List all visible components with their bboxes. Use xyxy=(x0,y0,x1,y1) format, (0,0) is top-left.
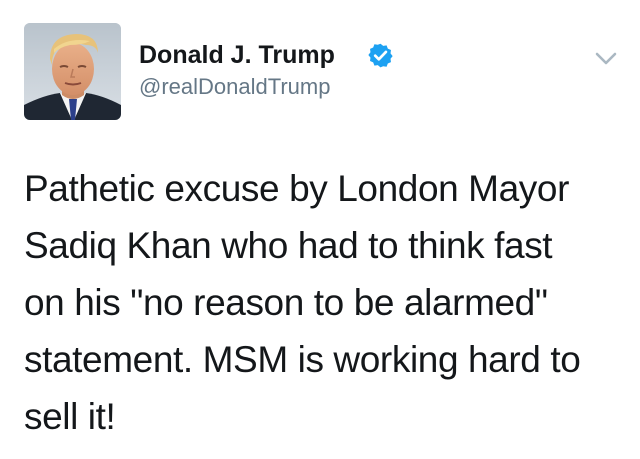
tweet-text-line: Sadiq Khan who had to think fast xyxy=(24,225,553,266)
verified-badge-icon xyxy=(367,42,394,69)
avatar[interactable] xyxy=(24,23,121,120)
username-handle[interactable]: @realDonaldTrump xyxy=(139,74,330,100)
tweet-text-line: Pathetic excuse by London Mayor xyxy=(24,168,569,209)
tweet-card: Donald J. Trump @realDonaldTrump Patheti… xyxy=(0,0,640,459)
tweet-text-line: sell it! xyxy=(24,396,116,437)
display-name[interactable]: Donald J. Trump xyxy=(139,40,335,70)
tweet-text-line: statement. MSM is working hard to xyxy=(24,339,581,380)
tweet-text-line: on his "no reason to be alarmed" xyxy=(24,282,548,323)
chevron-down-icon[interactable] xyxy=(594,50,618,68)
tweet-text: Pathetic excuse by London Mayor Sadiq Kh… xyxy=(24,160,624,445)
avatar-image xyxy=(24,23,121,120)
